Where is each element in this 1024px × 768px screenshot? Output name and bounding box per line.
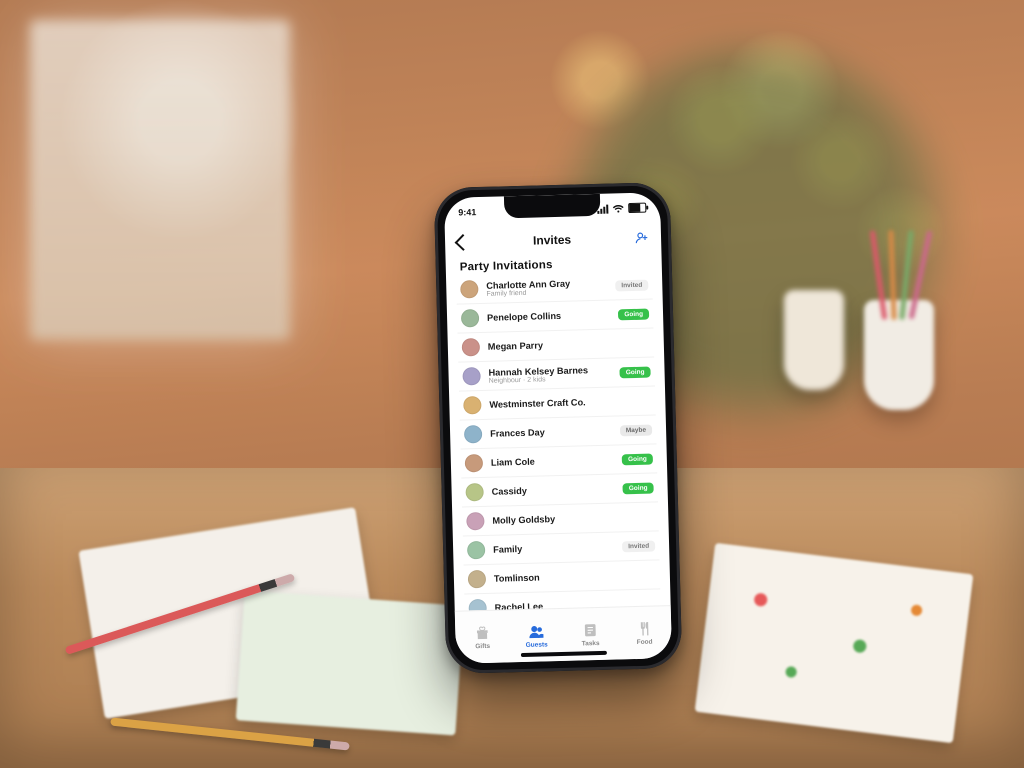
guest-name: Westminster Craft Co. [489, 396, 651, 410]
guest-name: Family [493, 542, 614, 555]
guest-name: Molly Goldsby [492, 512, 654, 526]
window-light [30, 20, 290, 340]
guest-text: Family [493, 542, 614, 555]
guest-name: Frances Day [490, 426, 612, 439]
status-badge: Invited [622, 540, 655, 552]
tab-food[interactable]: Food [617, 606, 672, 659]
second-cup [784, 290, 844, 390]
status-badge: Going [622, 453, 653, 465]
avatar [467, 541, 485, 559]
status-badge: Going [620, 366, 651, 378]
guest-text: Charlotte Ann GrayFamily friend [486, 277, 607, 297]
pencil-cup [864, 300, 934, 410]
guest-text: Liam Cole [491, 455, 614, 468]
avatar [464, 425, 482, 443]
status-badge: Invited [615, 279, 648, 291]
tab-label: Tasks [582, 639, 600, 646]
guest-text: Penelope Collins [487, 310, 610, 323]
smartphone: 9:41 Invites Party Invitations Charlotte… [434, 182, 683, 674]
tab-label: Gifts [475, 642, 490, 649]
guest-name: Cassidy [492, 484, 615, 497]
status-badge: Going [618, 308, 649, 320]
tab-label: Food [637, 638, 653, 645]
phone-notch [504, 194, 601, 219]
avatar [463, 396, 481, 414]
avatar [468, 570, 486, 588]
phone-screen: 9:41 Invites Party Invitations Charlotte… [444, 192, 672, 663]
tab-label: Guests [526, 641, 548, 649]
status-badge: Going [623, 482, 654, 494]
avatar [462, 367, 480, 385]
guest-text: Molly Goldsby [492, 512, 654, 526]
guest-text: Megan Parry [488, 338, 650, 352]
green-paper [236, 590, 465, 735]
avatar [460, 280, 478, 298]
avatar [466, 512, 484, 530]
guest-list[interactable]: Charlotte Ann GrayFamily friend Invited Pe… [446, 270, 671, 623]
status-time: 9:41 [458, 207, 476, 217]
guest-text: Tomlinson [494, 569, 656, 583]
add-guest-icon[interactable] [635, 231, 649, 245]
status-badge: Maybe [620, 424, 653, 436]
avatar [461, 309, 479, 327]
guest-name: Penelope Collins [487, 310, 610, 323]
avatar [462, 338, 480, 356]
avatar [465, 454, 483, 472]
wifi-icon [612, 204, 624, 213]
patterned-paper [695, 543, 974, 743]
guest-name: Tomlinson [494, 569, 656, 583]
avatar [465, 483, 483, 501]
guest-name: Liam Cole [491, 455, 614, 468]
tab-gifts[interactable]: Gifts [455, 610, 510, 663]
photo-scene: 9:41 Invites Party Invitations Charlotte… [0, 0, 1024, 768]
guest-text: Westminster Craft Co. [489, 396, 651, 410]
battery-icon [628, 203, 646, 213]
page-title: Invites [533, 233, 571, 248]
back-icon[interactable] [455, 234, 472, 251]
guest-text: Cassidy [492, 484, 615, 497]
guest-name: Megan Parry [488, 338, 650, 352]
guest-text: Hannah Kelsey BarnesNeighbour · 2 kids [488, 364, 612, 384]
guest-text: Frances Day [490, 426, 612, 439]
